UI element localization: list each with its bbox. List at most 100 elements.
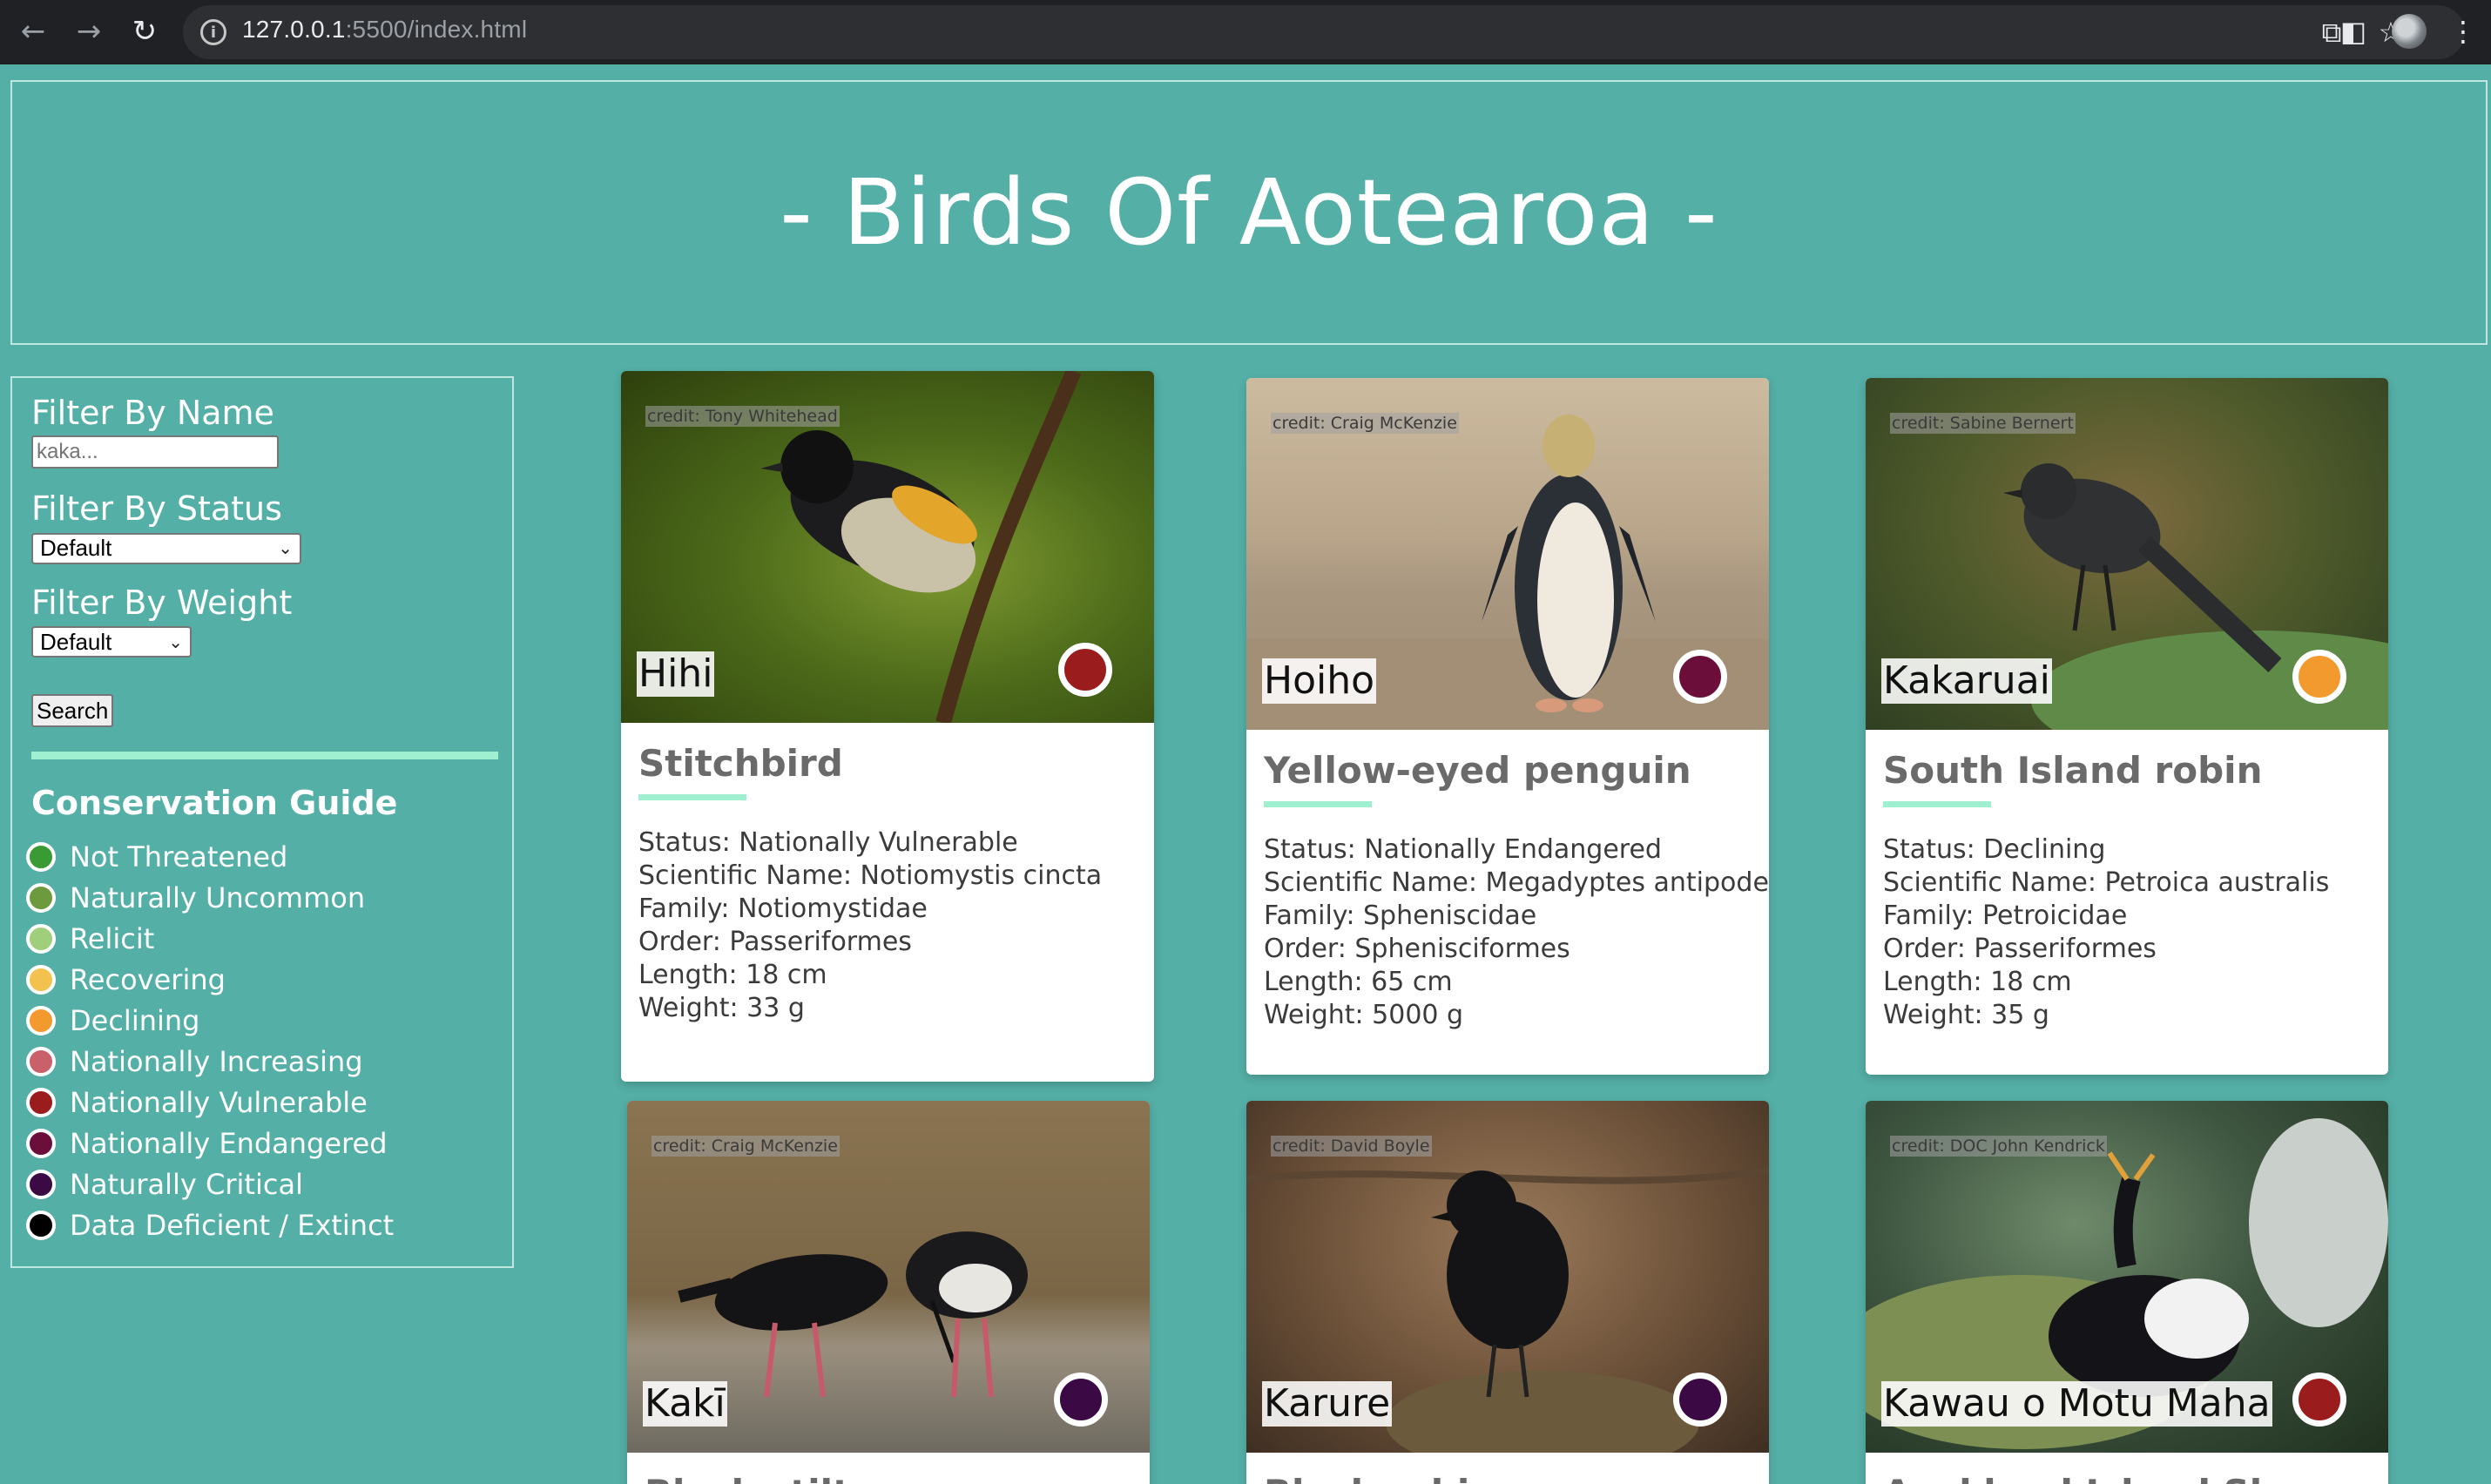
chevron-down-icon: ⌄ — [278, 539, 293, 559]
status-color-dot — [26, 841, 56, 872]
bird-photo: credit: David Boyle Karure — [1246, 1101, 1769, 1453]
status-color-dot — [26, 1005, 56, 1035]
guide-item: Naturally Uncommon — [26, 877, 493, 918]
card-body: Black stilt — [627, 1453, 1150, 1484]
bird-fact: Order: Sphenisciformes — [1264, 934, 1570, 964]
menu-kebab-icon[interactable]: ⋮ — [2440, 9, 2486, 54]
bird-photo: credit: Tony Whitehead Hihi — [621, 371, 1154, 723]
guide-item-label: Naturally Critical — [70, 1167, 303, 1201]
bird-photo: credit: DOC John Kendrick Kawau o Motu M… — [1866, 1101, 2388, 1453]
conservation-guide-list: Not Threatened Naturally Uncommon Relicit R… — [26, 836, 493, 1245]
profile-avatar[interactable] — [2386, 9, 2432, 54]
photo-credit: credit: Sabine Bernert — [1890, 413, 2076, 434]
maori-name: Karure — [1262, 1381, 1393, 1427]
card-divider — [638, 794, 746, 800]
bird-facts: Status: Nationally Endangered Scientific … — [1264, 833, 1769, 1032]
english-name: Black stilt — [645, 1468, 1132, 1484]
maori-name: Hihi — [637, 651, 715, 697]
photo-credit: credit: David Boyle — [1271, 1136, 1432, 1157]
chevron-down-icon: ⌄ — [168, 632, 183, 652]
filter-weight-label: Filter By Weight — [31, 583, 293, 622]
english-name: Yellow-eyed penguin — [1264, 749, 1691, 792]
avatar — [2392, 14, 2427, 49]
card-body: Auckland Island Shag — [1866, 1453, 2388, 1484]
site-info-icon[interactable]: i — [200, 19, 226, 45]
bird-fact: Length: 65 cm — [1264, 967, 1453, 997]
side-panel-icon[interactable]: ◧ — [2331, 9, 2376, 54]
english-name: South Island robin — [1883, 749, 2263, 792]
card-body: Stitchbird Status: Nationally Vulnerable… — [621, 723, 1154, 1025]
guide-item-label: Not Threatened — [70, 840, 288, 874]
status-select[interactable]: Default ⌄ — [31, 532, 301, 564]
status-color-dot — [26, 1169, 56, 1199]
guide-item: Not Threatened — [26, 836, 493, 877]
photo-credit: credit: Tony Whitehead — [645, 406, 840, 427]
bird-fact: Weight: 35 g — [1883, 1000, 2049, 1030]
name-search-input[interactable] — [31, 435, 279, 469]
photo-credit: credit: DOC John Kendrick — [1890, 1136, 2107, 1157]
status-color-dot — [26, 1128, 56, 1158]
filter-name-label: Filter By Name — [31, 394, 274, 432]
bird-facts: Status: Nationally Vulnerable Scientific … — [638, 826, 1137, 1025]
bird-photo: credit: Sabine Bernert Kakaruai — [1866, 378, 2388, 730]
bird-fact: Order: Passeriformes — [1883, 934, 2157, 964]
filter-sidebar: Filter By Name Filter By Status Default … — [10, 376, 514, 1268]
bird-fact: Weight: 5000 g — [1264, 1000, 1464, 1030]
bird-fact: Family: Petroicidae — [1883, 901, 2128, 931]
page-title: - Birds Of Aotearoa - — [780, 159, 1718, 266]
bird-fact: Length: 18 cm — [638, 960, 827, 990]
maori-name: Hoiho — [1262, 658, 1377, 704]
browser-toolbar: ← → ↻ i 127.0.0.1:5500/index.html ⧉ ☆ ◧ … — [0, 0, 2491, 64]
guide-item-label: Declining — [70, 1003, 200, 1037]
url-text[interactable]: 127.0.0.1:5500/index.html — [242, 16, 527, 44]
card-body: Black robin — [1246, 1453, 1769, 1484]
divider — [31, 752, 498, 760]
bird-card[interactable]: credit: Sabine Bernert Kakaruai South Is… — [1866, 378, 2388, 1075]
weight-select[interactable]: Default ⌄ — [31, 626, 192, 658]
bird-photo: credit: Craig McKenzie Hoiho — [1246, 378, 1769, 730]
bird-facts: Status: Declining Scientific Name: Petroi… — [1883, 833, 2371, 1032]
bird-fact: Scientific Name: Notiomystis cincta — [638, 860, 1103, 891]
status-indicator — [1058, 643, 1112, 697]
bird-fact: Scientific Name: Megadyptes antipodes — [1264, 867, 1769, 898]
guide-item-label: Nationally Endangered — [70, 1126, 388, 1160]
guide-item: Relicit — [26, 918, 493, 959]
card-body: South Island robin Status: Declining Scie… — [1866, 730, 2388, 1032]
bird-fact: Family: Notiomystidae — [638, 894, 928, 924]
maori-name: Kawau o Motu Maha — [1881, 1381, 2272, 1427]
bird-fact: Scientific Name: Petroica australis — [1883, 867, 2330, 898]
guide-item-label: Nationally Increasing — [70, 1044, 363, 1078]
bird-card[interactable]: credit: Craig McKenzie Hoiho Yellow-eyed… — [1246, 378, 1769, 1075]
bird-fact: Weight: 33 g — [638, 993, 805, 1023]
guide-item: Nationally Increasing — [26, 1041, 493, 1082]
status-color-dot — [26, 1210, 56, 1240]
bird-fact: Status: Declining — [1883, 834, 2106, 865]
bird-card[interactable]: credit: David Boyle Karure Black robin — [1246, 1101, 1769, 1484]
bird-card[interactable]: credit: Craig McKenzie Kakī Black stilt — [627, 1101, 1150, 1484]
photo-credit: credit: Craig McKenzie — [651, 1136, 840, 1157]
photo-credit: credit: Craig McKenzie — [1271, 413, 1459, 434]
guide-item: Nationally Endangered — [26, 1123, 493, 1164]
maori-name: Kakaruai — [1881, 658, 2052, 704]
status-select-value: Default — [40, 535, 112, 562]
status-color-dot — [26, 1087, 56, 1117]
bird-fact: Status: Nationally Endangered — [1264, 834, 1662, 865]
search-button[interactable]: Search — [31, 694, 114, 728]
weight-select-value: Default — [40, 628, 112, 655]
conservation-guide-title: Conservation Guide — [31, 784, 398, 823]
back-arrow-icon[interactable]: ← — [10, 9, 56, 54]
english-name: Black robin — [1264, 1468, 1752, 1484]
bird-card[interactable]: credit: DOC John Kendrick Kawau o Motu M… — [1866, 1101, 2388, 1484]
bird-fact: Family: Spheniscidae — [1264, 901, 1537, 931]
bird-fact: Order: Passeriformes — [638, 927, 912, 957]
address-bar[interactable]: i 127.0.0.1:5500/index.html ⧉ ☆ — [183, 5, 2465, 59]
guide-item-label: Nationally Vulnerable — [70, 1085, 368, 1119]
bird-card[interactable]: credit: Tony Whitehead Hihi Stitchbird S… — [621, 371, 1154, 1082]
english-name: Auckland Island Shag — [1883, 1468, 2371, 1484]
reload-icon[interactable]: ↻ — [122, 9, 167, 54]
status-indicator — [1673, 650, 1727, 704]
forward-arrow-icon[interactable]: → — [66, 9, 111, 54]
card-divider — [1883, 801, 1991, 807]
guide-item: Naturally Critical — [26, 1164, 493, 1204]
guide-item: Nationally Vulnerable — [26, 1082, 493, 1123]
